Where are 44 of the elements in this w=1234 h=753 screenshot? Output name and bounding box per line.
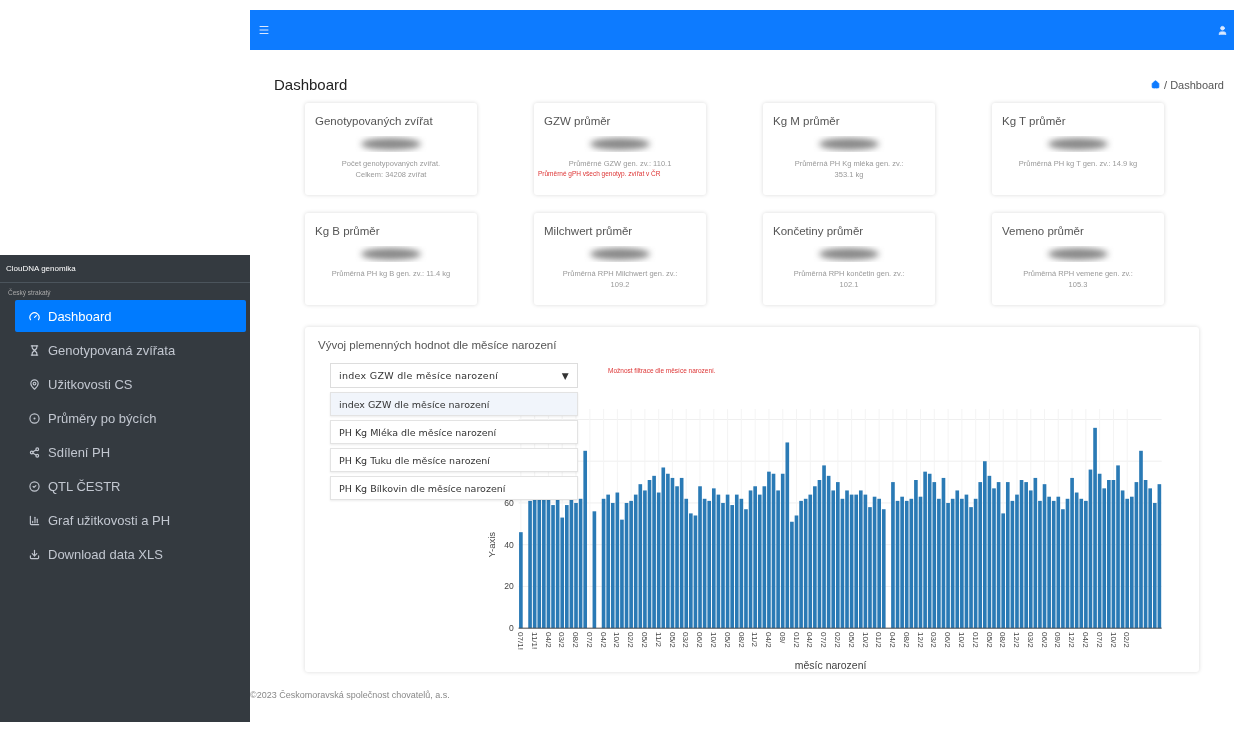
sidebar-item[interactable]: Sdílení PH — [15, 436, 246, 468]
menu-icon[interactable] — [258, 24, 270, 36]
sidebar-item[interactable]: QTL ČESTR — [15, 470, 246, 502]
sidebar-item[interactable]: Průměry po býcích — [15, 402, 246, 434]
y-tick-label: 0 — [509, 623, 514, 634]
dropdown-option[interactable]: PH Kg Tuku dle měsíce narození — [330, 448, 578, 472]
breadcrumb: / Dashboard — [1164, 78, 1224, 91]
sidebar-item[interactable]: Genotypovaná zvířata — [15, 334, 246, 366]
dropdown-option[interactable]: PH Kg Mléka dle měsíce narození — [330, 420, 578, 444]
caret-icon: ▼ — [561, 370, 569, 381]
dropdown-option[interactable]: PH Kg Bílkovin dle měsíce narození — [330, 476, 578, 500]
x-axis-title: měsíc narození — [794, 660, 867, 672]
y-tick-label: 20 — [504, 581, 514, 592]
sidebar-item[interactable]: Download data XLS — [15, 538, 246, 570]
hourglass-icon — [29, 344, 40, 356]
panel-title: Vývoj plemenných hodnot dle měsíce narození — [318, 339, 558, 351]
page-title: Dashboard — [274, 76, 348, 93]
y-tick-label: 40 — [504, 539, 514, 550]
share-icon — [29, 446, 40, 458]
dropdown-option[interactable]: index GZW dle měsíce narození — [330, 392, 578, 416]
card-title: Genotypovaných zvířat — [315, 115, 434, 127]
sidebar-item[interactable]: Dashboard — [15, 300, 246, 332]
card-title: Vemeno průměr — [1002, 225, 1085, 237]
chart-select[interactable]: index GZW dle měsíce narození ▼ — [330, 363, 578, 388]
y-tick-label: 60 — [504, 497, 514, 508]
card-title: Kg T průměr — [1002, 115, 1067, 127]
sidebar-item[interactable]: Graf užitkovosti a PH — [15, 504, 246, 536]
card-title: Kg M průměr — [773, 115, 841, 127]
home-icon[interactable] — [1151, 80, 1161, 89]
gauge-icon — [29, 310, 40, 322]
download-icon — [29, 548, 40, 560]
bar-chart-icon — [29, 514, 40, 526]
footer-text: ©2023 Českomoravská společnost chovatelů, a.s. — [250, 689, 451, 700]
sidebar-item[interactable]: Užitkovosti CS — [15, 368, 246, 400]
user-icon[interactable] — [1217, 24, 1228, 36]
circle-dot-icon — [29, 412, 40, 424]
y-axis-title: Y-axis — [485, 531, 497, 558]
card-title: Milchwert průměr — [544, 225, 634, 237]
card-title: Kg B průměr — [315, 225, 381, 237]
brand-name: ClouDNA genomika — [0, 255, 250, 283]
card-title: GZW průměr — [544, 115, 612, 127]
check-circle-icon — [29, 480, 40, 492]
map-pin-icon — [29, 378, 40, 390]
card-title: Končetiny průměr — [773, 225, 865, 237]
